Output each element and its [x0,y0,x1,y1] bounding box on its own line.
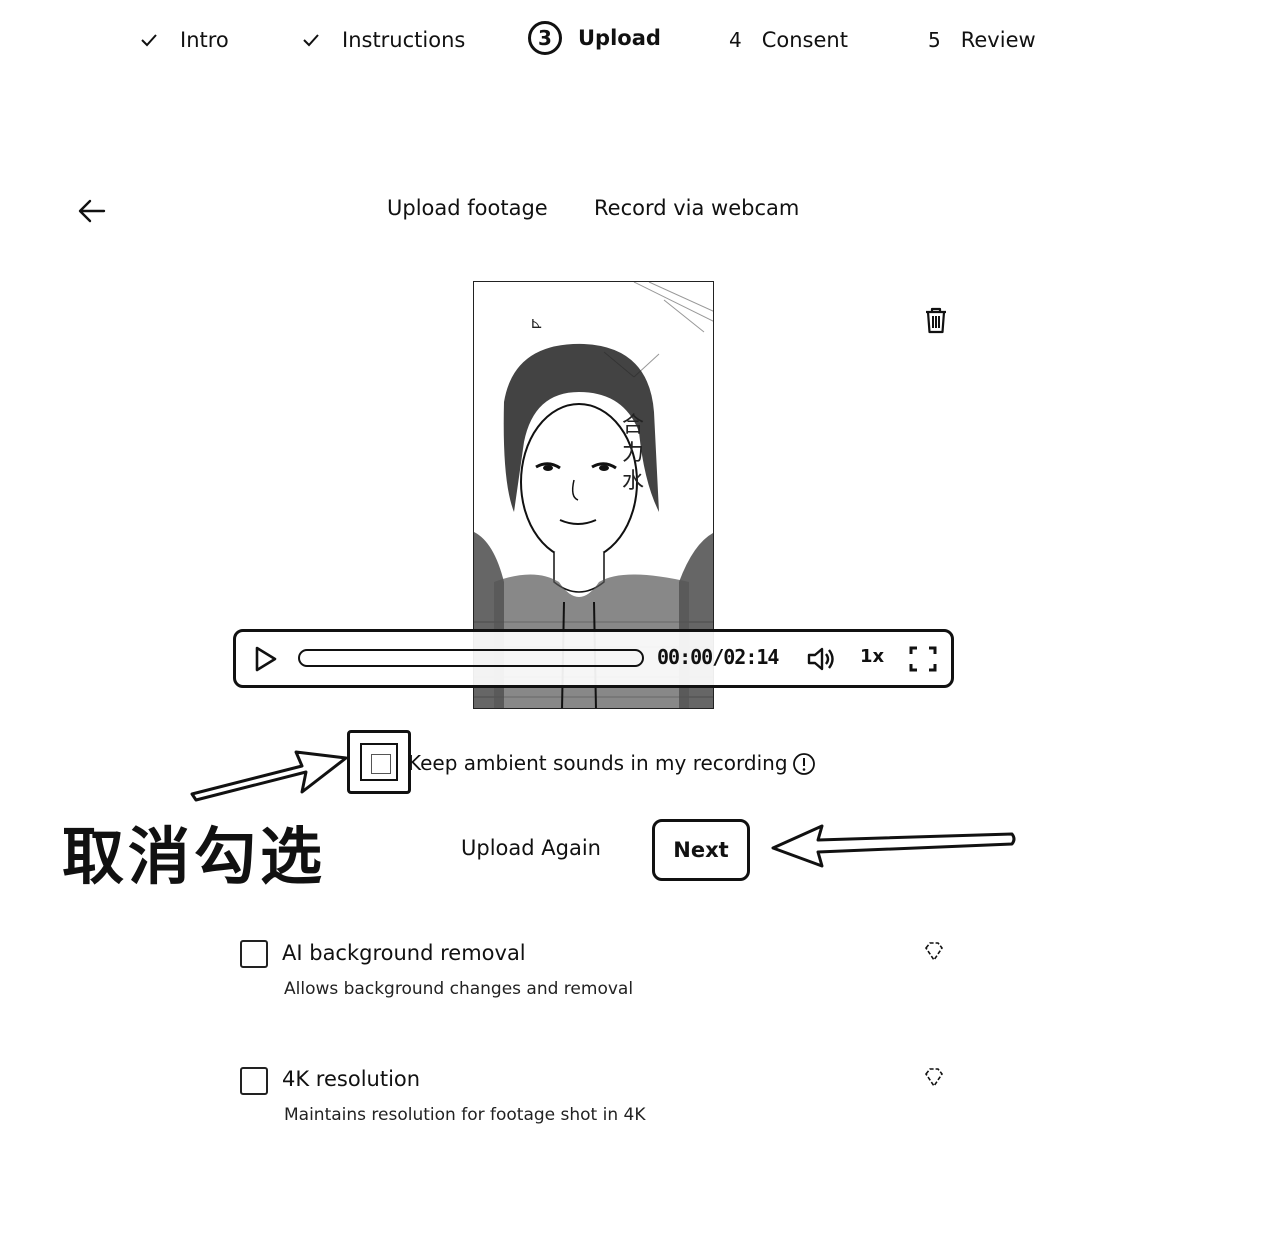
info-icon[interactable] [792,752,816,776]
svg-text:合: 合 [622,413,644,438]
check-icon [141,34,157,47]
step-intro[interactable]: Intro [140,24,229,56]
step-label: Intro [180,28,229,52]
check-icon [303,34,319,47]
step-instructions[interactable]: Instructions [302,24,465,56]
step-upload[interactable]: 3 Upload [528,21,661,55]
tab-upload-footage[interactable]: Upload footage [387,196,548,220]
step-label: Consent [761,28,848,52]
fullscreen-icon[interactable] [907,644,939,674]
keep-ambient-checkbox[interactable] [347,730,411,794]
step-label: Instructions [342,28,466,52]
option-title: AI background removal [282,941,526,965]
step-label: Review [960,28,1036,52]
annotation-text: 取消勾选 [62,820,327,893]
playback-speed[interactable]: 1x [860,646,884,667]
svg-text:力: 力 [622,441,644,466]
tab-record-webcam[interactable]: Record via webcam [594,196,799,220]
diamond-icon [925,942,943,962]
progress-bar[interactable] [298,649,644,667]
next-button[interactable]: Next [652,819,750,881]
annotation-arrow-right [771,824,1016,868]
play-icon[interactable] [250,644,280,674]
ai-background-removal-checkbox[interactable] [240,940,268,968]
4k-resolution-checkbox[interactable] [240,1067,268,1095]
volume-icon[interactable] [805,644,837,674]
svg-text:水: 水 [622,469,644,494]
annotation-arrow-left [190,750,348,802]
time-display: 00:00/02:14 [657,645,779,669]
trash-icon[interactable] [922,305,950,335]
keep-ambient-label: Keep ambient sounds in my recording [408,751,788,775]
diamond-icon [925,1068,943,1088]
step-consent[interactable]: 4 Consent [729,24,848,56]
step-review[interactable]: 5 Review [928,24,1036,56]
checkbox-square [371,754,391,774]
step-number-badge: 3 [528,21,562,55]
svg-text:⊾: ⊾ [530,313,543,332]
step-number: 4 [729,28,742,52]
arrow-left-icon[interactable] [76,196,108,226]
step-number: 5 [928,28,941,52]
option-description: Allows background changes and removal [284,979,634,999]
option-title: 4K resolution [282,1067,421,1091]
option-description: Maintains resolution for footage shot in… [284,1105,646,1125]
step-label: Upload [578,26,661,50]
upload-again-button[interactable]: Upload Again [455,834,607,862]
